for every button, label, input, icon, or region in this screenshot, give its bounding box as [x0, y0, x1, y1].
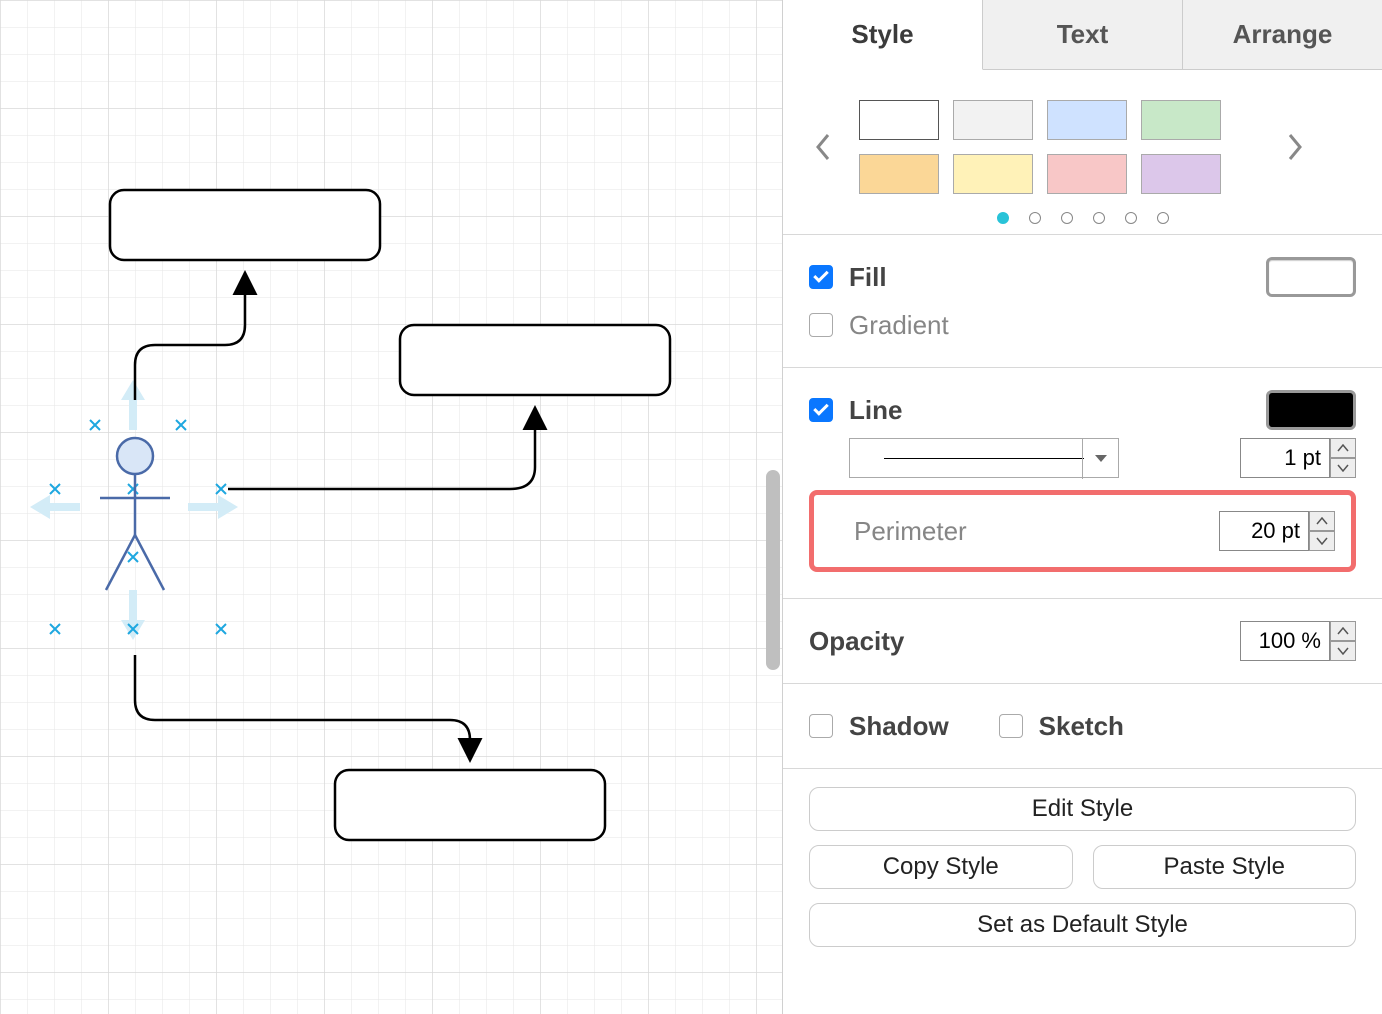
- gradient-label: Gradient: [849, 310, 949, 341]
- color-swatch[interactable]: [859, 100, 939, 140]
- fill-checkbox[interactable]: [809, 265, 833, 289]
- line-width-input[interactable]: 1 pt: [1240, 438, 1330, 478]
- color-swatches: [859, 100, 1259, 194]
- format-tabs: Style Text Arrange: [783, 0, 1382, 70]
- palette-dots[interactable]: [809, 212, 1356, 224]
- grid-svg: [0, 0, 782, 1014]
- shadow-checkbox[interactable]: [809, 714, 833, 738]
- chevron-down-icon: [1082, 439, 1118, 479]
- perimeter-input[interactable]: 20 pt: [1219, 511, 1309, 551]
- color-swatch[interactable]: [859, 154, 939, 194]
- palette-dot[interactable]: [1157, 212, 1169, 224]
- perimeter-label: Perimeter: [854, 516, 967, 547]
- palette-next[interactable]: [1279, 133, 1309, 161]
- set-default-style-button[interactable]: Set as Default Style: [809, 903, 1356, 947]
- perimeter-down[interactable]: [1309, 531, 1335, 551]
- sketch-checkbox[interactable]: [999, 714, 1023, 738]
- palette-dot[interactable]: [1093, 212, 1105, 224]
- opacity-input[interactable]: 100 %: [1240, 621, 1330, 661]
- opacity-down[interactable]: [1330, 641, 1356, 661]
- line-section: Line 1 pt: [783, 368, 1382, 599]
- tab-style[interactable]: Style: [783, 0, 983, 70]
- color-swatch[interactable]: [953, 100, 1033, 140]
- palette-dot[interactable]: [1029, 212, 1041, 224]
- sketch-label: Sketch: [1039, 711, 1124, 742]
- color-swatch[interactable]: [1047, 100, 1127, 140]
- paste-style-button[interactable]: Paste Style: [1093, 845, 1357, 889]
- palette-dot[interactable]: [1125, 212, 1137, 224]
- edit-style-button[interactable]: Edit Style: [809, 787, 1356, 831]
- opacity-section: Opacity 100 %: [783, 599, 1382, 684]
- fill-section: Fill Gradient: [783, 235, 1382, 368]
- canvas-scrollbar[interactable]: [766, 470, 780, 670]
- tab-text[interactable]: Text: [983, 0, 1183, 70]
- tab-arrange[interactable]: Arrange: [1183, 0, 1382, 70]
- color-palette-section: [783, 70, 1382, 235]
- box-1[interactable]: [110, 190, 380, 260]
- perimeter-up[interactable]: [1309, 511, 1335, 531]
- line-checkbox[interactable]: [809, 398, 833, 422]
- box-2[interactable]: [400, 325, 670, 395]
- line-style-dropdown[interactable]: [849, 438, 1119, 478]
- line-width-up[interactable]: [1330, 438, 1356, 458]
- format-panel: Style Text Arrange Fill: [782, 0, 1382, 1014]
- line-color-button[interactable]: [1266, 390, 1356, 430]
- color-swatch[interactable]: [1141, 100, 1221, 140]
- palette-prev[interactable]: [809, 133, 839, 161]
- line-width-down[interactable]: [1330, 458, 1356, 478]
- gradient-checkbox[interactable]: [809, 313, 833, 337]
- fill-label: Fill: [849, 262, 887, 293]
- fill-color-button[interactable]: [1266, 257, 1356, 297]
- line-label: Line: [849, 395, 902, 426]
- color-swatch[interactable]: [1141, 154, 1221, 194]
- perimeter-highlight: Perimeter 20 pt: [809, 490, 1356, 572]
- shadow-label: Shadow: [849, 711, 949, 742]
- color-swatch[interactable]: [1047, 154, 1127, 194]
- color-swatch[interactable]: [953, 154, 1033, 194]
- diagram-canvas[interactable]: [0, 0, 782, 1014]
- style-buttons-section: Edit Style Copy Style Paste Style Set as…: [783, 769, 1382, 965]
- opacity-label: Opacity: [809, 626, 904, 657]
- effects-section: Shadow Sketch: [783, 684, 1382, 769]
- palette-dot[interactable]: [997, 212, 1009, 224]
- copy-style-button[interactable]: Copy Style: [809, 845, 1073, 889]
- box-3[interactable]: [335, 770, 605, 840]
- opacity-up[interactable]: [1330, 621, 1356, 641]
- palette-dot[interactable]: [1061, 212, 1073, 224]
